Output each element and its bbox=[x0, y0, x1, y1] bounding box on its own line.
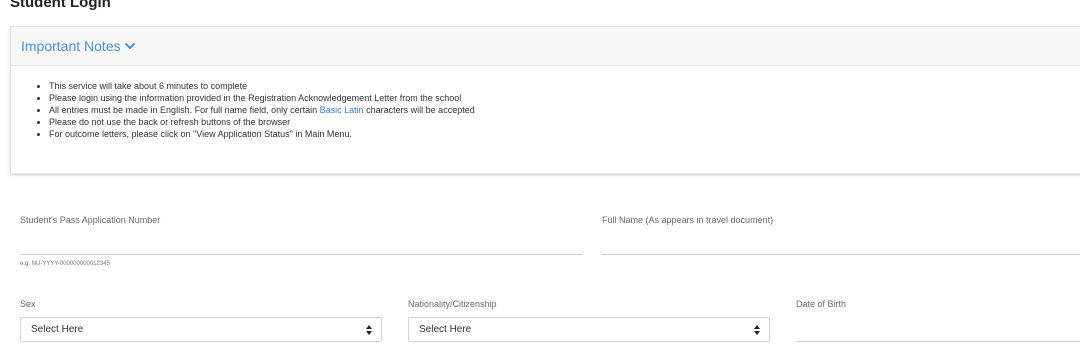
nationality-select[interactable]: Select Here bbox=[408, 317, 770, 342]
note-text: All entries must be made in English. For… bbox=[49, 105, 320, 115]
application-number-label: Student's Pass Application Number bbox=[20, 215, 161, 225]
chevron-down-icon bbox=[124, 42, 135, 50]
sex-select-value: Select Here bbox=[31, 324, 84, 335]
important-notes-panel: Important Notes This service will take a… bbox=[10, 26, 1080, 174]
sex-select[interactable]: Select Here bbox=[20, 317, 382, 342]
basic-latin-link[interactable]: Basic Latin bbox=[320, 105, 364, 115]
important-notes-list: This service will take about 6 minutes t… bbox=[11, 66, 1080, 140]
sort-arrows-icon bbox=[754, 325, 760, 335]
note-item: This service will take about 6 minutes t… bbox=[49, 80, 1080, 92]
date-of-birth-label: Date of Birth bbox=[796, 299, 847, 309]
application-number-input[interactable] bbox=[20, 233, 582, 255]
full-name-input[interactable] bbox=[602, 233, 1080, 255]
note-item: For outcome letters, please click on "Vi… bbox=[49, 128, 1080, 140]
important-notes-title: Important Notes bbox=[21, 38, 121, 54]
date-of-birth-input[interactable] bbox=[796, 320, 1080, 342]
sort-arrows-icon bbox=[366, 325, 372, 335]
note-item: Please login using the information provi… bbox=[49, 92, 1080, 104]
nationality-select-value: Select Here bbox=[419, 324, 472, 335]
student-login-page: Student Login Important Notes This servi… bbox=[0, 0, 1080, 350]
note-item: All entries must be made in English. For… bbox=[49, 104, 1080, 116]
full-name-label: Full Name (As appears in travel document… bbox=[602, 215, 774, 225]
page-title: Student Login bbox=[10, 0, 111, 11]
note-text: characters will be accepted bbox=[363, 105, 475, 115]
sex-label: Sex bbox=[20, 299, 36, 309]
note-item: Please do not use the back or refresh bu… bbox=[49, 116, 1080, 128]
nationality-label: Nationality/Citizenship bbox=[408, 299, 497, 309]
important-notes-toggle[interactable]: Important Notes bbox=[11, 27, 1080, 66]
application-number-hint: e.g. NU-YYYY-000000000012345 bbox=[20, 261, 110, 267]
